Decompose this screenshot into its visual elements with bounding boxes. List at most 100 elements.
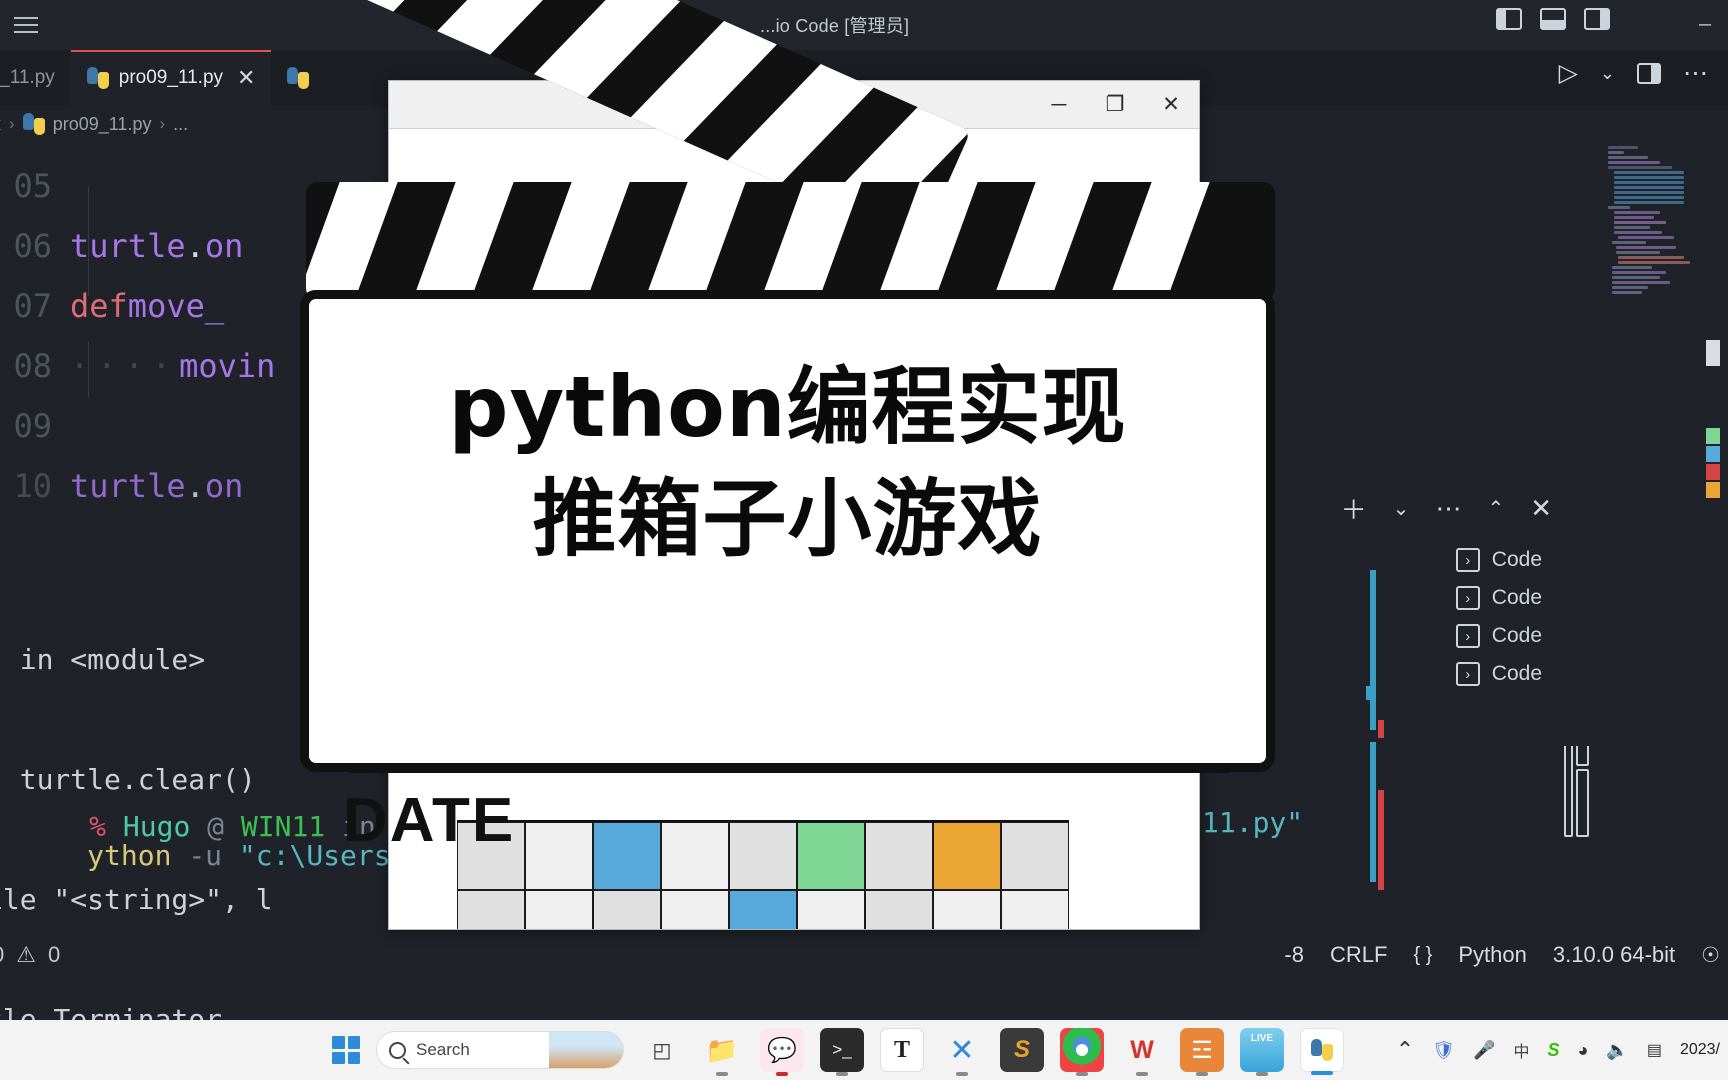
terminal-tab[interactable]: › Code <box>1455 624 1542 648</box>
taskbar-app-terminal[interactable]: >_ <box>820 1028 864 1076</box>
windows-start-icon[interactable] <box>332 1036 360 1064</box>
window-title: ...io Code [管理员] <box>760 16 910 36</box>
taskbar-app-vscode[interactable]: ✕ <box>940 1028 984 1076</box>
sublime-icon: S <box>1013 1036 1030 1063</box>
ime-icon[interactable]: 中 <box>1514 1038 1530 1062</box>
run-chevron-down-icon[interactable]: ⌄ <box>1600 63 1615 84</box>
shield-icon[interactable]: 🛡 <box>1432 1040 1455 1061</box>
search-input[interactable]: Search <box>376 1031 624 1069</box>
grid-cell[interactable] <box>593 822 661 890</box>
grid-cell[interactable] <box>729 822 797 890</box>
tab-03_11[interactable]: 03_11.py <box>0 50 71 106</box>
sokoban-grid[interactable] <box>457 820 1069 929</box>
close-icon[interactable]: ✕ <box>237 65 255 91</box>
game-close-button[interactable]: ✕ <box>1143 81 1199 129</box>
grid-cell[interactable] <box>661 822 729 890</box>
grid-cell[interactable] <box>1001 822 1069 890</box>
toggle-primary-sidebar-icon[interactable] <box>1496 8 1522 30</box>
grid-cell[interactable] <box>661 890 729 929</box>
grid-cell[interactable] <box>797 822 865 890</box>
line-number: 05 <box>13 167 52 205</box>
grid-cell[interactable] <box>457 890 525 929</box>
grid-cell[interactable] <box>1001 890 1069 929</box>
close-panel-icon[interactable]: ✕ <box>1530 493 1552 524</box>
split-editor-icon[interactable] <box>1637 62 1661 84</box>
sogou-icon[interactable]: S <box>1548 1040 1560 1061</box>
taskbar-app-wps[interactable]: W <box>1120 1028 1164 1076</box>
language-status[interactable]: Python <box>1458 942 1527 968</box>
new-terminal-button[interactable]: ＋ <box>1341 490 1367 527</box>
search-thumbnail <box>549 1032 623 1068</box>
python-icon <box>86 67 109 89</box>
code-token: on <box>204 467 244 505</box>
taskbar-app-python-editor[interactable] <box>1300 1028 1344 1075</box>
running-indicator <box>836 1072 848 1076</box>
taskbar-app-xmind[interactable]: ☲ <box>1180 1028 1224 1076</box>
warning-count[interactable]: 0 <box>48 942 60 968</box>
maximize-panel-icon[interactable]: ⌃ <box>1487 496 1504 521</box>
breadcrumb: box › pro09_11.py › ... <box>0 106 188 142</box>
toggle-panel-icon[interactable] <box>1540 8 1566 30</box>
editor-minimap[interactable] <box>1604 146 1692 740</box>
encoding-status[interactable]: -8 <box>1284 942 1304 968</box>
chrome-icon <box>1076 1044 1088 1056</box>
error-count[interactable]: 0 <box>0 942 4 968</box>
minimap-marker <box>1706 340 1720 366</box>
menu-hamburger-icon[interactable] <box>8 8 44 42</box>
breadcrumb-item-file[interactable]: pro09_11.py <box>53 114 152 135</box>
microphone-icon[interactable]: 🎤 <box>1473 1040 1495 1061</box>
game-minimize-button[interactable]: ─ <box>1031 81 1087 129</box>
file-explorer-icon: 📁 <box>705 1034 739 1065</box>
game-maximize-button[interactable]: ❐ <box>1087 81 1143 129</box>
running-indicator <box>1136 1072 1148 1076</box>
grid-cell[interactable] <box>797 890 865 929</box>
taskbar-app-sublime[interactable]: S <box>1000 1028 1044 1072</box>
code-token: turtle <box>70 467 186 505</box>
system-tray: ⌃ 🛡 🎤 中 S ◕ 🔈 ▤ 2023/ <box>1396 1037 1720 1063</box>
grid-cell[interactable] <box>525 890 593 929</box>
terminal-tab[interactable]: › Code <box>1455 548 1542 572</box>
run-button[interactable]: ▷ <box>1559 58 1578 88</box>
tray-chevron-up-icon[interactable]: ⌃ <box>1396 1037 1414 1063</box>
code-token: def <box>70 287 128 325</box>
statusbar-right: -8 CRLF { } Python 3.10.0 64-bit ☉ <box>1284 942 1720 968</box>
clapper-title-line1: python编程实现 <box>448 358 1127 456</box>
terminal-tab[interactable]: › Code <box>1455 586 1542 610</box>
taskbar-app-wechat[interactable]: 💬 <box>760 1028 804 1076</box>
terminal-accent-bar <box>1370 742 1376 882</box>
taskbar-app-file-explorer[interactable]: 📁 <box>700 1028 744 1076</box>
minimize-button[interactable]: ─ <box>1682 0 1728 50</box>
taskbar-app-live[interactable]: LIVE <box>1240 1028 1284 1076</box>
grid-cell[interactable] <box>865 890 933 929</box>
terminal-tab[interactable]: › Code <box>1455 662 1542 686</box>
more-actions-icon[interactable]: ⋯ <box>1683 58 1708 88</box>
taskbar-app-typora[interactable]: T <box>880 1028 924 1072</box>
grid-cell[interactable] <box>865 822 933 890</box>
wps-icon: W <box>1130 1035 1154 1064</box>
breadcrumb-item-more[interactable]: ... <box>173 114 188 135</box>
volume-icon[interactable]: 🔈 <box>1606 1040 1628 1061</box>
grid-cell[interactable] <box>729 890 797 929</box>
chevron-down-icon[interactable]: ⌄ <box>1393 496 1410 521</box>
battery-icon[interactable]: ▤ <box>1647 1040 1662 1060</box>
taskbar-clock[interactable]: 2023/ <box>1680 1040 1720 1060</box>
command-exe: ython <box>87 839 172 872</box>
interpreter-status[interactable]: 3.10.0 64-bit <box>1553 942 1675 968</box>
running-indicator <box>1311 1071 1333 1075</box>
eol-status[interactable]: CRLF <box>1330 942 1387 968</box>
grid-cell[interactable] <box>933 822 1001 890</box>
taskbar-app-task-view[interactable]: ◰ <box>640 1028 684 1072</box>
panel-more-icon[interactable]: ⋯ <box>1435 493 1461 524</box>
taskbar-app-chrome[interactable] <box>1060 1028 1104 1076</box>
grid-cell[interactable] <box>525 822 593 890</box>
search-placeholder: Search <box>416 1040 470 1059</box>
grid-cell[interactable] <box>933 890 1001 929</box>
taskbar: Search ◰ 📁 💬 >_ T ✕ S W ☲ LIVE ⌃ 🛡 🎤 中 S… <box>0 1020 1728 1080</box>
grid-cell[interactable] <box>593 890 661 929</box>
account-icon[interactable]: ☉ <box>1701 943 1720 968</box>
wifi-icon[interactable]: ◕ <box>1578 1040 1589 1061</box>
breadcrumb-separator: › <box>9 114 15 133</box>
toggle-secondary-sidebar-icon[interactable] <box>1584 8 1610 30</box>
tab-pro09_11[interactable]: pro09_11.py ✕ <box>70 50 272 106</box>
breadcrumb-item-folder[interactable]: box <box>0 114 1 135</box>
